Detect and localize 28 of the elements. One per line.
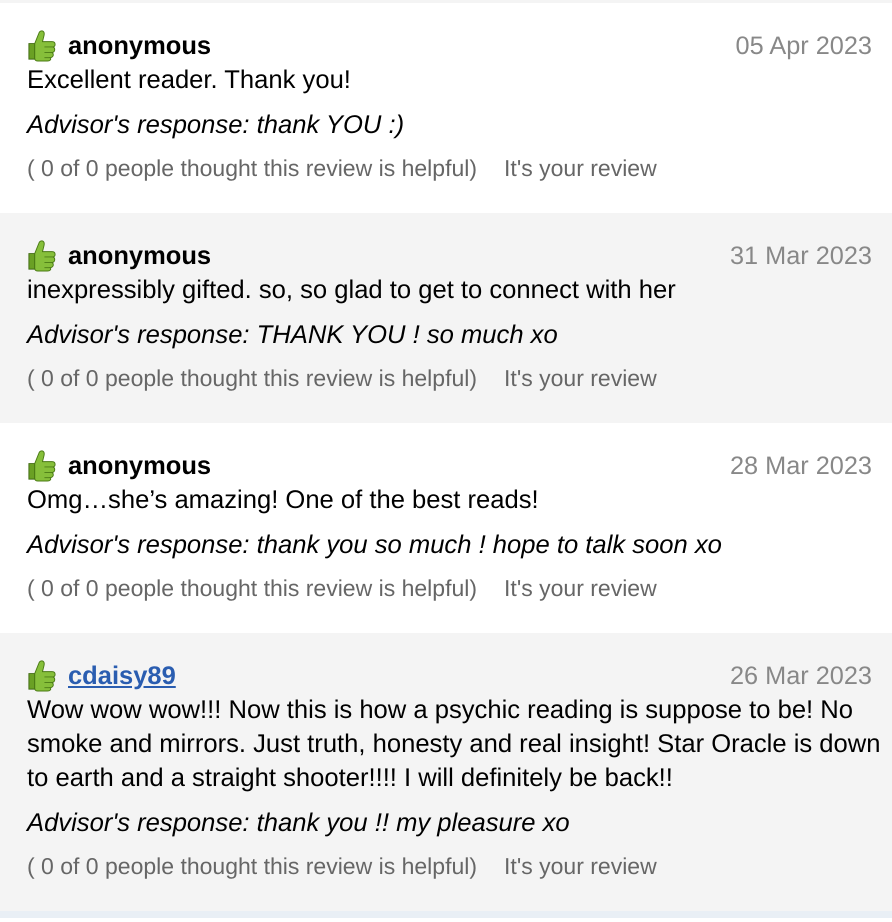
thumbs-up-icon bbox=[27, 450, 57, 482]
ownership-note: It's your review bbox=[504, 154, 657, 183]
advisor-response: Advisor's response: thank you !! my pleasure xo bbox=[27, 808, 571, 839]
review-text: Excellent reader. Thank you! bbox=[27, 65, 352, 96]
author-name: anonymous bbox=[68, 451, 212, 482]
ownership-note: It's your review bbox=[504, 852, 657, 881]
review-date: 26 Mar 2023 bbox=[730, 661, 872, 692]
thumbs-up-icon bbox=[27, 660, 57, 692]
thumbs-up-icon bbox=[27, 30, 57, 62]
review-date: 05 Apr 2023 bbox=[736, 31, 872, 62]
review-date: 28 Mar 2023 bbox=[730, 451, 872, 482]
helpful-count: ( 0 of 0 people thought this review is helpful) bbox=[27, 364, 478, 393]
ownership-note: It's your review bbox=[504, 574, 657, 603]
advisor-response: Advisor's response: thank YOU :) bbox=[27, 110, 406, 141]
review-text: Wow wow wow!!! Now this is how a psychic reading is suppose to be! No smoke and mirrors. Just truth, honesty and real insight! Star Oracle is down to earth and a straight shooter!!!! I will definitely be back!! bbox=[27, 695, 882, 794]
author-link[interactable]: cdaisy89 bbox=[68, 659, 176, 693]
author-name: anonymous bbox=[68, 241, 212, 272]
helpful-count: ( 0 of 0 people thought this review is helpful) bbox=[27, 574, 478, 603]
advisor-response: Advisor's response: THANK YOU ! so much xo bbox=[27, 320, 559, 351]
review-text: inexpressibly gifted. so, so glad to get to connect with her bbox=[27, 275, 677, 306]
author-name: anonymous bbox=[68, 31, 212, 62]
review-date: 31 Mar 2023 bbox=[730, 241, 872, 272]
advisor-response: Advisor's response: thank you so much ! hope to talk soon xo bbox=[27, 530, 723, 561]
helpful-count: ( 0 of 0 people thought this review is helpful) bbox=[27, 154, 478, 183]
helpful-count: ( 0 of 0 people thought this review is helpful) bbox=[27, 852, 478, 881]
ownership-note: It's your review bbox=[504, 364, 657, 393]
review-text: Omg…she’s amazing! One of the best reads! bbox=[27, 485, 540, 516]
thumbs-up-icon bbox=[27, 240, 57, 272]
